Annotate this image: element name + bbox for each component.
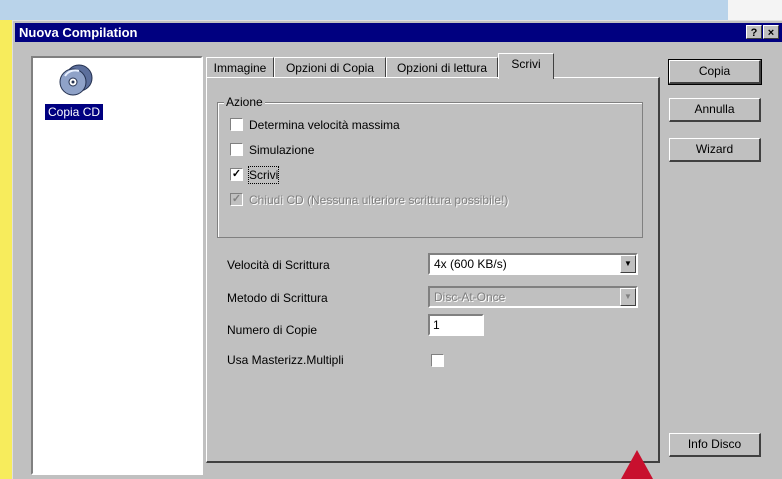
cd-copy-icon[interactable]: [59, 62, 95, 98]
velocita-value: 4x (600 KB/s): [434, 257, 507, 271]
metodo-value: Disc-At-Once: [434, 290, 506, 304]
compilation-type-list[interactable]: Copia CD: [31, 56, 203, 475]
close-button[interactable]: ×: [763, 25, 779, 39]
copia-cd-item[interactable]: Copia CD: [45, 104, 104, 120]
title-bar[interactable]: Nuova Compilation ? ×: [15, 23, 782, 42]
wizard-button[interactable]: Wizard: [669, 138, 761, 162]
numero-copie-input[interactable]: 1: [428, 314, 484, 336]
chevron-down-icon[interactable]: ▼: [620, 255, 636, 273]
simulazione-checkbox[interactable]: [230, 143, 243, 156]
numero-copie-label: Numero di Copie: [227, 323, 318, 337]
help-button[interactable]: ?: [746, 25, 762, 39]
annulla-button[interactable]: Annulla: [669, 98, 761, 122]
chevron-down-icon: ▼: [620, 288, 636, 306]
copia-button[interactable]: Copia: [668, 59, 762, 85]
azione-group-title: Azione: [224, 95, 265, 109]
info-disco-button[interactable]: Info Disco: [669, 433, 761, 457]
tab-opzioni-di-copia[interactable]: Opzioni di Copia: [274, 57, 386, 77]
background-strip-blue: [0, 0, 728, 20]
window-title: Nuova Compilation: [19, 25, 138, 40]
simulazione-label: Simulazione: [249, 143, 315, 157]
chiudi-cd-label: Chiudi CD (Nessuna ulteriore scrittura p…: [249, 193, 509, 207]
velocita-label: Velocità di Scrittura: [227, 258, 330, 272]
tab-immagine[interactable]: Immagine: [206, 57, 274, 77]
tab-scrivi[interactable]: Scrivi: [498, 53, 554, 79]
tab-opzioni-di-lettura[interactable]: Opzioni di lettura: [386, 57, 498, 77]
azione-group: Azione Determina velocità massima Simula…: [217, 95, 643, 238]
scrivi-tab-panel: Azione Determina velocità massima Simula…: [206, 77, 660, 463]
red-triangle-marker: [621, 450, 653, 479]
metodo-select: Disc-At-Once ▼: [428, 286, 638, 308]
scrivi-checkbox[interactable]: ✓: [230, 168, 243, 181]
chiudi-cd-checkbox: ✓: [230, 193, 243, 206]
velocita-select[interactable]: 4x (600 KB/s) ▼: [428, 253, 638, 275]
determina-velocita-label: Determina velocità massima: [249, 118, 400, 132]
usa-multipli-checkbox[interactable]: [431, 354, 444, 367]
determina-velocita-checkbox[interactable]: [230, 118, 243, 131]
metodo-label: Metodo di Scrittura: [227, 291, 328, 305]
dialog-window: Nuova Compilation ? × Copia CD Immagine …: [12, 20, 782, 479]
usa-multipli-label: Usa Masterizz.Multipli: [227, 353, 344, 367]
background-band: [0, 20, 10, 479]
background-strip-white: [728, 0, 782, 20]
scrivi-label: Scrivi: [247, 166, 280, 184]
